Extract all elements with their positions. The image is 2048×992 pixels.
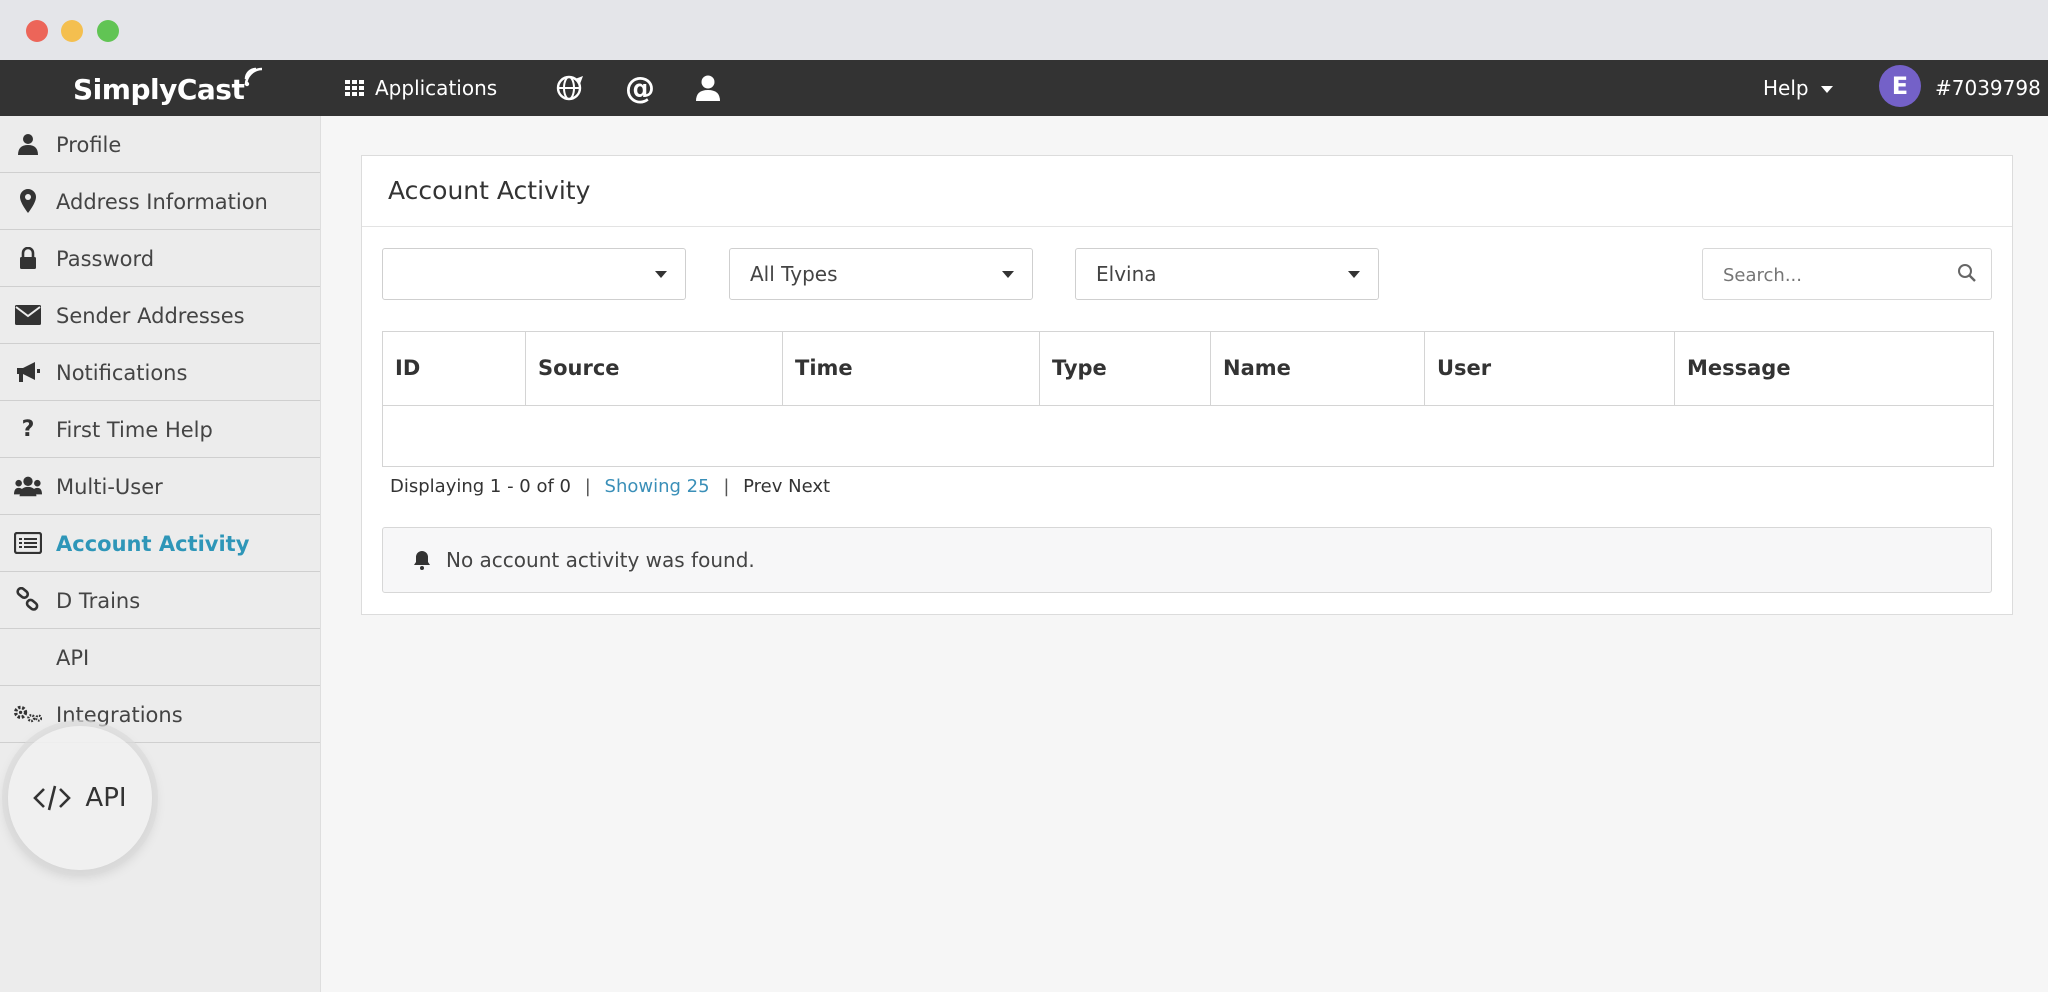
next-page-link[interactable]: Next [788, 476, 830, 497]
sidebar-item-password[interactable]: Password [0, 230, 320, 287]
users-icon [14, 472, 42, 500]
search-icon[interactable] [1957, 263, 1977, 283]
maximize-window-button[interactable] [97, 20, 119, 42]
column-header-id[interactable]: ID [383, 332, 526, 405]
prev-page-link[interactable]: Prev [743, 476, 782, 497]
link-icon [14, 586, 42, 614]
empty-state-notice: No account activity was found. [382, 527, 1992, 593]
envelope-icon [14, 301, 42, 329]
sidebar-item-address-information[interactable]: Address Information [0, 173, 320, 230]
page-size-link[interactable]: Showing 25 [605, 476, 710, 497]
column-header-name[interactable]: Name [1211, 332, 1425, 405]
close-window-button[interactable] [26, 20, 48, 42]
pagination: Displaying 1 - 0 of 0 | Showing 25 | Pre… [390, 476, 831, 497]
sidebar-item-sender-addresses[interactable]: Sender Addresses [0, 287, 320, 344]
question-icon: ? [21, 416, 35, 442]
top-navbar: SimplyCast Applications @ Help E #703979… [0, 60, 2048, 116]
column-header-type[interactable]: Type [1040, 332, 1211, 405]
sidebar-item-notifications[interactable]: Notifications [0, 344, 320, 401]
search-input[interactable] [1721, 261, 1945, 289]
sidebar-item-profile[interactable]: Profile [0, 116, 320, 173]
sidebar-item-api[interactable]: API [0, 629, 320, 686]
lock-icon [14, 244, 42, 272]
sidebar-item-multi-user[interactable]: Multi-User [0, 458, 320, 515]
account-activity-panel: Account Activity All Types Elvina ID Sou… [361, 155, 2013, 615]
user-filter-select[interactable]: Elvina [1075, 248, 1379, 300]
map-marker-icon [14, 187, 42, 215]
minimize-window-button[interactable] [61, 20, 83, 42]
list-icon [14, 529, 42, 557]
email-at-icon[interactable]: @ [624, 71, 656, 106]
sidebar-item-account-activity[interactable]: Account Activity [0, 515, 320, 572]
column-header-user[interactable]: User [1425, 332, 1675, 405]
megaphone-icon [14, 358, 42, 386]
chevron-down-icon [1348, 271, 1360, 278]
sidebar: Profile Address Information Password Sen… [0, 116, 321, 992]
user-icon [14, 130, 42, 158]
type-filter-select[interactable]: All Types [729, 248, 1033, 300]
simplycast-logo[interactable]: SimplyCast [73, 67, 263, 106]
grid-icon [345, 80, 364, 96]
bell-icon [414, 551, 430, 570]
sidebar-item-d-trains[interactable]: D Trains [0, 572, 320, 629]
column-header-message[interactable]: Message [1675, 332, 1993, 405]
chevron-down-icon [1820, 86, 1833, 93]
page-title: Account Activity [388, 176, 591, 205]
chevron-down-icon [655, 271, 667, 278]
globe-icon[interactable] [554, 72, 586, 104]
code-icon [33, 785, 72, 811]
column-header-time[interactable]: Time [783, 332, 1040, 405]
chevron-down-icon [1002, 271, 1014, 278]
help-menu[interactable]: Help [1763, 76, 1833, 100]
account-id[interactable]: #7039798 [1935, 76, 2041, 100]
displaying-count: Displaying 1 - 0 of 0 [390, 476, 571, 497]
signal-icon [245, 67, 263, 87]
sidebar-item-first-time-help[interactable]: ? First Time Help [0, 401, 320, 458]
applications-menu[interactable]: Applications [345, 76, 497, 100]
gears-icon [14, 700, 42, 728]
column-header-source[interactable]: Source [526, 332, 783, 405]
window-titlebar [0, 0, 2048, 60]
table-header: ID Source Time Type Name User Message [383, 332, 1993, 406]
avatar[interactable]: E [1879, 65, 1921, 107]
date-filter-select[interactable] [382, 248, 686, 300]
activity-table: ID Source Time Type Name User Message [382, 331, 1994, 467]
panel-header: Account Activity [362, 156, 2012, 227]
contacts-user-icon[interactable] [692, 72, 724, 104]
search-box[interactable] [1702, 248, 1992, 300]
code-icon [14, 643, 42, 671]
api-click-highlight[interactable]: API [8, 726, 152, 870]
